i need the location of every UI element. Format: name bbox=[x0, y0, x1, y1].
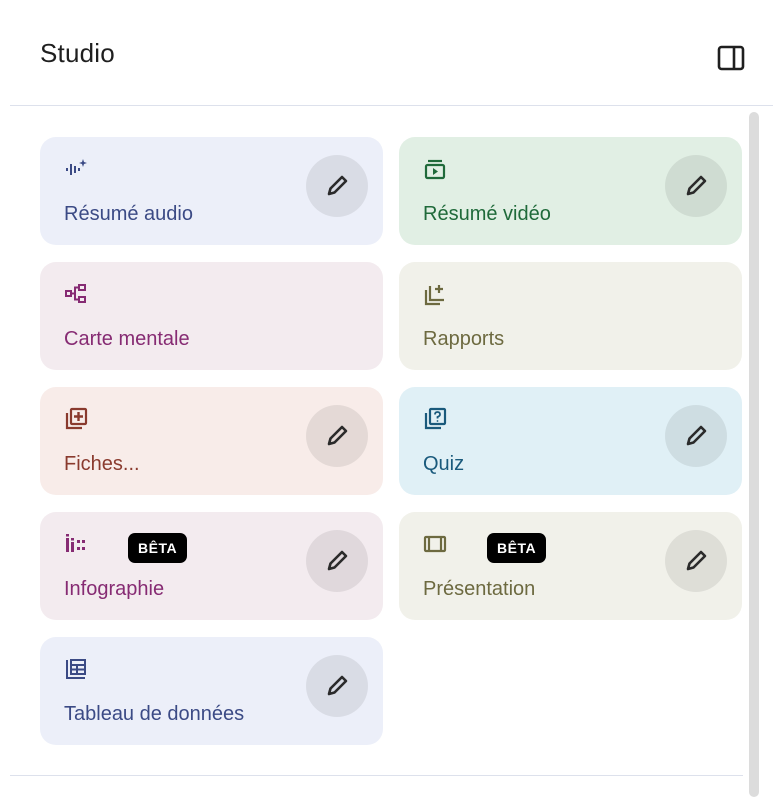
pencil-icon bbox=[686, 175, 707, 196]
card-label: Résumé vidéo bbox=[423, 203, 551, 225]
side-panel-icon[interactable] bbox=[715, 42, 747, 74]
studio-panel: Studio Résumé audio Résumé vidéo Carte m… bbox=[10, 10, 773, 797]
card-tableau-de-donnees[interactable]: Tableau de données bbox=[40, 637, 383, 745]
card-label: Infographie bbox=[64, 578, 165, 600]
card-infographie[interactable]: BÊTA Infographie bbox=[40, 512, 383, 620]
card-presentation[interactable]: BÊTA Présentation bbox=[399, 512, 742, 620]
card-label: Fiches... bbox=[64, 453, 140, 475]
card-resume-video[interactable]: Résumé vidéo bbox=[399, 137, 742, 245]
card-carte-mentale[interactable]: Carte mentale bbox=[40, 262, 383, 370]
pencil-icon bbox=[327, 425, 348, 446]
beta-badge: BÊTA bbox=[487, 533, 547, 563]
card-label: Quiz bbox=[423, 453, 465, 475]
card-label: Tableau de données bbox=[64, 703, 245, 725]
card-rapports[interactable]: Rapports bbox=[399, 262, 742, 370]
divider bbox=[10, 775, 743, 776]
infographic-icon bbox=[64, 532, 88, 556]
card-resume-audio[interactable]: Résumé audio bbox=[40, 137, 383, 245]
card-fiches[interactable]: Fiches... bbox=[40, 387, 383, 495]
card-label: Résumé audio bbox=[64, 203, 193, 225]
pencil-icon bbox=[686, 425, 707, 446]
card-label: Présentation bbox=[423, 578, 536, 600]
report-icon bbox=[423, 282, 447, 306]
panel-title: Studio bbox=[40, 38, 115, 68]
beta-badge: BÊTA bbox=[128, 533, 188, 563]
card-label: Carte mentale bbox=[64, 328, 190, 350]
edit-button[interactable] bbox=[306, 530, 368, 592]
audio-waveform-icon bbox=[64, 157, 88, 181]
presentation-icon bbox=[423, 532, 447, 556]
edit-button[interactable] bbox=[306, 155, 368, 217]
video-slideshow-icon bbox=[423, 157, 447, 181]
edit-button[interactable] bbox=[665, 405, 727, 467]
edit-button[interactable] bbox=[306, 655, 368, 717]
panel-header: Studio bbox=[10, 10, 773, 106]
mind-map-icon bbox=[64, 282, 88, 306]
edit-button[interactable] bbox=[306, 405, 368, 467]
pencil-icon bbox=[327, 175, 348, 196]
edit-button[interactable] bbox=[665, 155, 727, 217]
pencil-icon bbox=[327, 675, 348, 696]
pencil-icon bbox=[686, 550, 707, 571]
card-label: Rapports bbox=[423, 328, 505, 350]
pencil-icon bbox=[327, 550, 348, 571]
flashcards-icon bbox=[64, 407, 88, 431]
edit-button[interactable] bbox=[665, 530, 727, 592]
quiz-icon bbox=[423, 407, 447, 431]
data-table-icon bbox=[64, 657, 88, 681]
scrollbar[interactable] bbox=[749, 112, 759, 797]
card-quiz[interactable]: Quiz bbox=[399, 387, 742, 495]
